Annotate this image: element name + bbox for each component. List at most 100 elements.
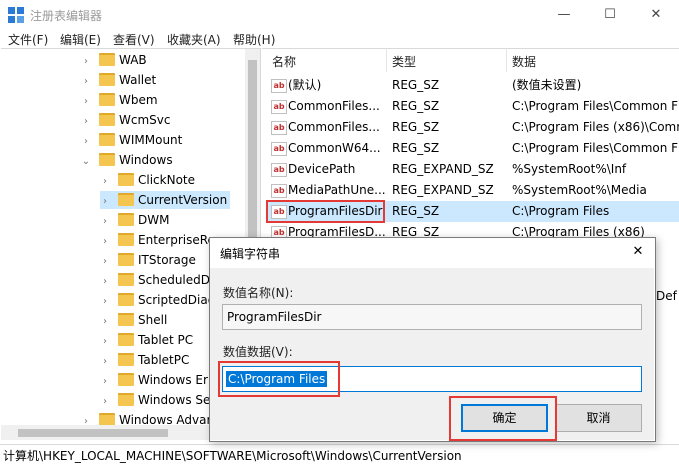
value-type: REG_SZ	[392, 99, 440, 113]
partial-data-text: Def	[656, 289, 677, 303]
table-row[interactable]: ab (默认) REG_SZ (数值未设置)	[266, 75, 679, 96]
tree-item-label: WIMMount	[119, 133, 183, 147]
column-separator[interactable]	[386, 48, 387, 72]
menu-view[interactable]: 查看(V)	[113, 31, 155, 48]
folder-icon	[118, 353, 134, 366]
chevron-right-icon[interactable]: ›	[100, 332, 110, 352]
value-type: REG_SZ	[392, 120, 440, 134]
tree-item-label: TabletPC	[138, 353, 190, 367]
menu-bar	[0, 30, 679, 48]
close-button[interactable]: ✕	[633, 0, 679, 30]
folder-icon	[118, 293, 134, 306]
tree-item[interactable]: ⌄ Windows	[1, 150, 245, 170]
annotation-box-value-name	[266, 200, 385, 223]
folder-icon	[99, 93, 115, 106]
tree-horizontal-scroll-thumb[interactable]	[18, 429, 168, 437]
tree-item-label: ScriptedDiag	[138, 293, 216, 307]
value-name: DevicePath	[288, 162, 356, 176]
string-value-icon: ab	[271, 79, 287, 93]
chevron-right-icon[interactable]: ›	[100, 172, 110, 192]
tree-item[interactable]: › DWM	[1, 210, 245, 230]
tree-item-label: Windows	[119, 153, 173, 167]
folder-icon	[99, 53, 115, 66]
folder-icon	[99, 133, 115, 146]
value-data: %SystemRoot%\Media	[512, 183, 647, 197]
string-value-icon: ab	[271, 184, 287, 198]
tree-item-label: Wallet	[119, 73, 157, 87]
tree-item[interactable]: › ClickNote	[1, 170, 245, 190]
chevron-right-icon[interactable]: ›	[100, 292, 110, 312]
maximize-button[interactable]: ☐	[587, 0, 633, 30]
cancel-button[interactable]: 取消	[555, 404, 642, 432]
string-value-icon: ab	[271, 163, 287, 177]
tree-item[interactable]: › CurrentVersion	[1, 190, 245, 210]
column-separator[interactable]	[506, 48, 507, 72]
tree-item[interactable]: › WIMMount	[1, 130, 245, 150]
table-row[interactable]: ab CommonFiles... REG_SZ C:\Program Files\C…	[266, 96, 679, 117]
value-name-label: 数值名称(N):	[223, 286, 294, 300]
column-header-data[interactable]: 数据	[512, 53, 536, 70]
string-value-icon: ab	[271, 100, 287, 114]
column-header-type[interactable]: 类型	[392, 53, 416, 70]
chevron-right-icon[interactable]: ›	[100, 372, 110, 392]
column-header-name[interactable]: 名称	[272, 53, 296, 70]
chevron-right-icon[interactable]: ›	[81, 132, 91, 152]
menu-help[interactable]: 帮助(H)	[233, 31, 275, 48]
value-name: CommonW64...	[288, 141, 381, 155]
annotation-box-value-data	[218, 361, 340, 397]
folder-icon	[118, 173, 134, 186]
value-name-field: ProgramFilesDir	[222, 304, 642, 330]
dialog-close-button[interactable]: ✕	[624, 239, 652, 265]
value-type: REG_SZ	[392, 141, 440, 155]
tree-vertical-scroll-thumb[interactable]	[248, 60, 257, 260]
folder-icon	[118, 253, 134, 266]
table-row[interactable]: ab MediaPathUne... REG_EXPAND_SZ %SystemRoo…	[266, 180, 679, 201]
chevron-right-icon[interactable]: ›	[81, 72, 91, 92]
tree-item[interactable]: › Wbem	[1, 90, 245, 110]
folder-icon	[118, 233, 134, 246]
value-name: CommonFiles...	[288, 120, 380, 134]
chevron-right-icon[interactable]: ›	[81, 112, 91, 132]
value-data: C:\Program Files (x86)\Comr	[512, 120, 679, 134]
value-data: (数值未设置)	[512, 78, 582, 92]
chevron-right-icon[interactable]: ›	[100, 352, 110, 372]
tree-item-label: ScheduledD	[138, 273, 210, 287]
folder-icon	[99, 153, 115, 166]
menu-favorites[interactable]: 收藏夹(A)	[167, 31, 221, 48]
chevron-down-icon[interactable]: ⌄	[81, 152, 91, 172]
chevron-right-icon[interactable]: ›	[100, 232, 110, 252]
folder-icon	[118, 193, 134, 206]
chevron-right-icon[interactable]: ›	[81, 52, 91, 72]
minimize-button[interactable]: —	[541, 0, 587, 30]
chevron-right-icon[interactable]: ›	[100, 252, 110, 272]
chevron-right-icon[interactable]: ›	[100, 192, 110, 212]
table-row[interactable]: ab CommonW64... REG_SZ C:\Program Files\Com…	[266, 138, 679, 159]
chevron-right-icon[interactable]: ›	[100, 392, 110, 412]
value-type: REG_SZ	[392, 204, 440, 218]
folder-icon	[118, 313, 134, 326]
value-data: C:\Program Files\Common F	[512, 99, 679, 113]
string-value-icon: ab	[271, 121, 287, 135]
chevron-right-icon[interactable]: ›	[100, 212, 110, 232]
chevron-right-icon[interactable]: ›	[81, 92, 91, 112]
folder-icon	[99, 73, 115, 86]
folder-icon	[118, 373, 134, 386]
folder-icon	[118, 393, 134, 406]
table-row[interactable]: ab DevicePath REG_EXPAND_SZ %SystemRoot%\In…	[266, 159, 679, 180]
tree-item-label: DWM	[138, 213, 170, 227]
tree-item-label: ClickNote	[138, 173, 195, 187]
tree-item[interactable]: › WcmSvc	[1, 110, 245, 130]
tree-item[interactable]: › WAB	[1, 50, 245, 70]
menu-edit[interactable]: 编辑(E)	[60, 31, 101, 48]
folder-icon	[118, 213, 134, 226]
tree-item-label: EnterpriseRe	[138, 233, 215, 247]
table-row[interactable]: ab CommonFiles... REG_SZ C:\Program Files (…	[266, 117, 679, 138]
chevron-right-icon[interactable]: ›	[100, 272, 110, 292]
tree-item-label: Wbem	[119, 93, 158, 107]
menu-file[interactable]: 文件(F)	[8, 31, 48, 48]
chevron-right-icon[interactable]: ›	[100, 312, 110, 332]
value-data: C:\Program Files\Common F	[512, 141, 679, 155]
window-title: 注册表编辑器	[30, 9, 103, 23]
value-type: REG_SZ	[392, 78, 440, 92]
tree-item[interactable]: › Wallet	[1, 70, 245, 90]
